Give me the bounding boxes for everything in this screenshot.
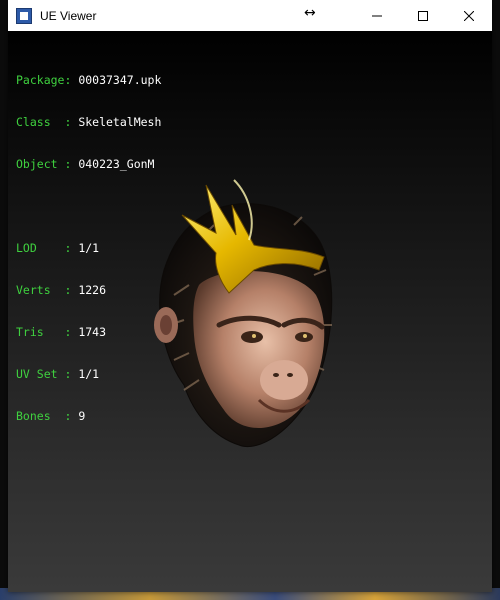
- resize-cursor-icon: ↔: [304, 5, 316, 21]
- maximize-icon: [418, 10, 428, 21]
- 3d-viewport[interactable]: Package: 00037347.upk Class : SkeletalMe…: [8, 31, 492, 592]
- mesh-info-overlay: Package: 00037347.upk Class : SkeletalMe…: [16, 45, 161, 451]
- background-console-text-left: [0, 88, 8, 570]
- background-console-text-right: [492, 88, 500, 148]
- info-verts-row: Verts : 1226: [16, 283, 107, 297]
- minimize-icon: [372, 15, 382, 16]
- ue-viewer-window: UE Viewer ↔ Package: 00037347.upk Class …: [8, 0, 492, 592]
- monkey-head-mesh[interactable]: [144, 175, 344, 465]
- minimize-button[interactable]: [354, 0, 400, 31]
- app-icon[interactable]: [16, 7, 32, 24]
- info-tris-row: Tris : 1743: [16, 325, 107, 339]
- info-object-row: Object : 040223_GonM: [16, 157, 155, 171]
- info-lod-row: LOD : 1/1: [16, 241, 100, 255]
- info-uvset-row: UV Set : 1/1: [16, 367, 100, 381]
- close-icon: [464, 10, 474, 21]
- info-package-row: Package: 00037347.upk: [16, 73, 162, 87]
- maximize-button[interactable]: [400, 0, 446, 31]
- close-button[interactable]: [446, 0, 492, 31]
- info-class-row: Class : SkeletalMesh: [16, 115, 162, 129]
- info-bones-row: Bones : 9: [16, 409, 86, 423]
- title-bar[interactable]: UE Viewer ↔: [8, 0, 492, 31]
